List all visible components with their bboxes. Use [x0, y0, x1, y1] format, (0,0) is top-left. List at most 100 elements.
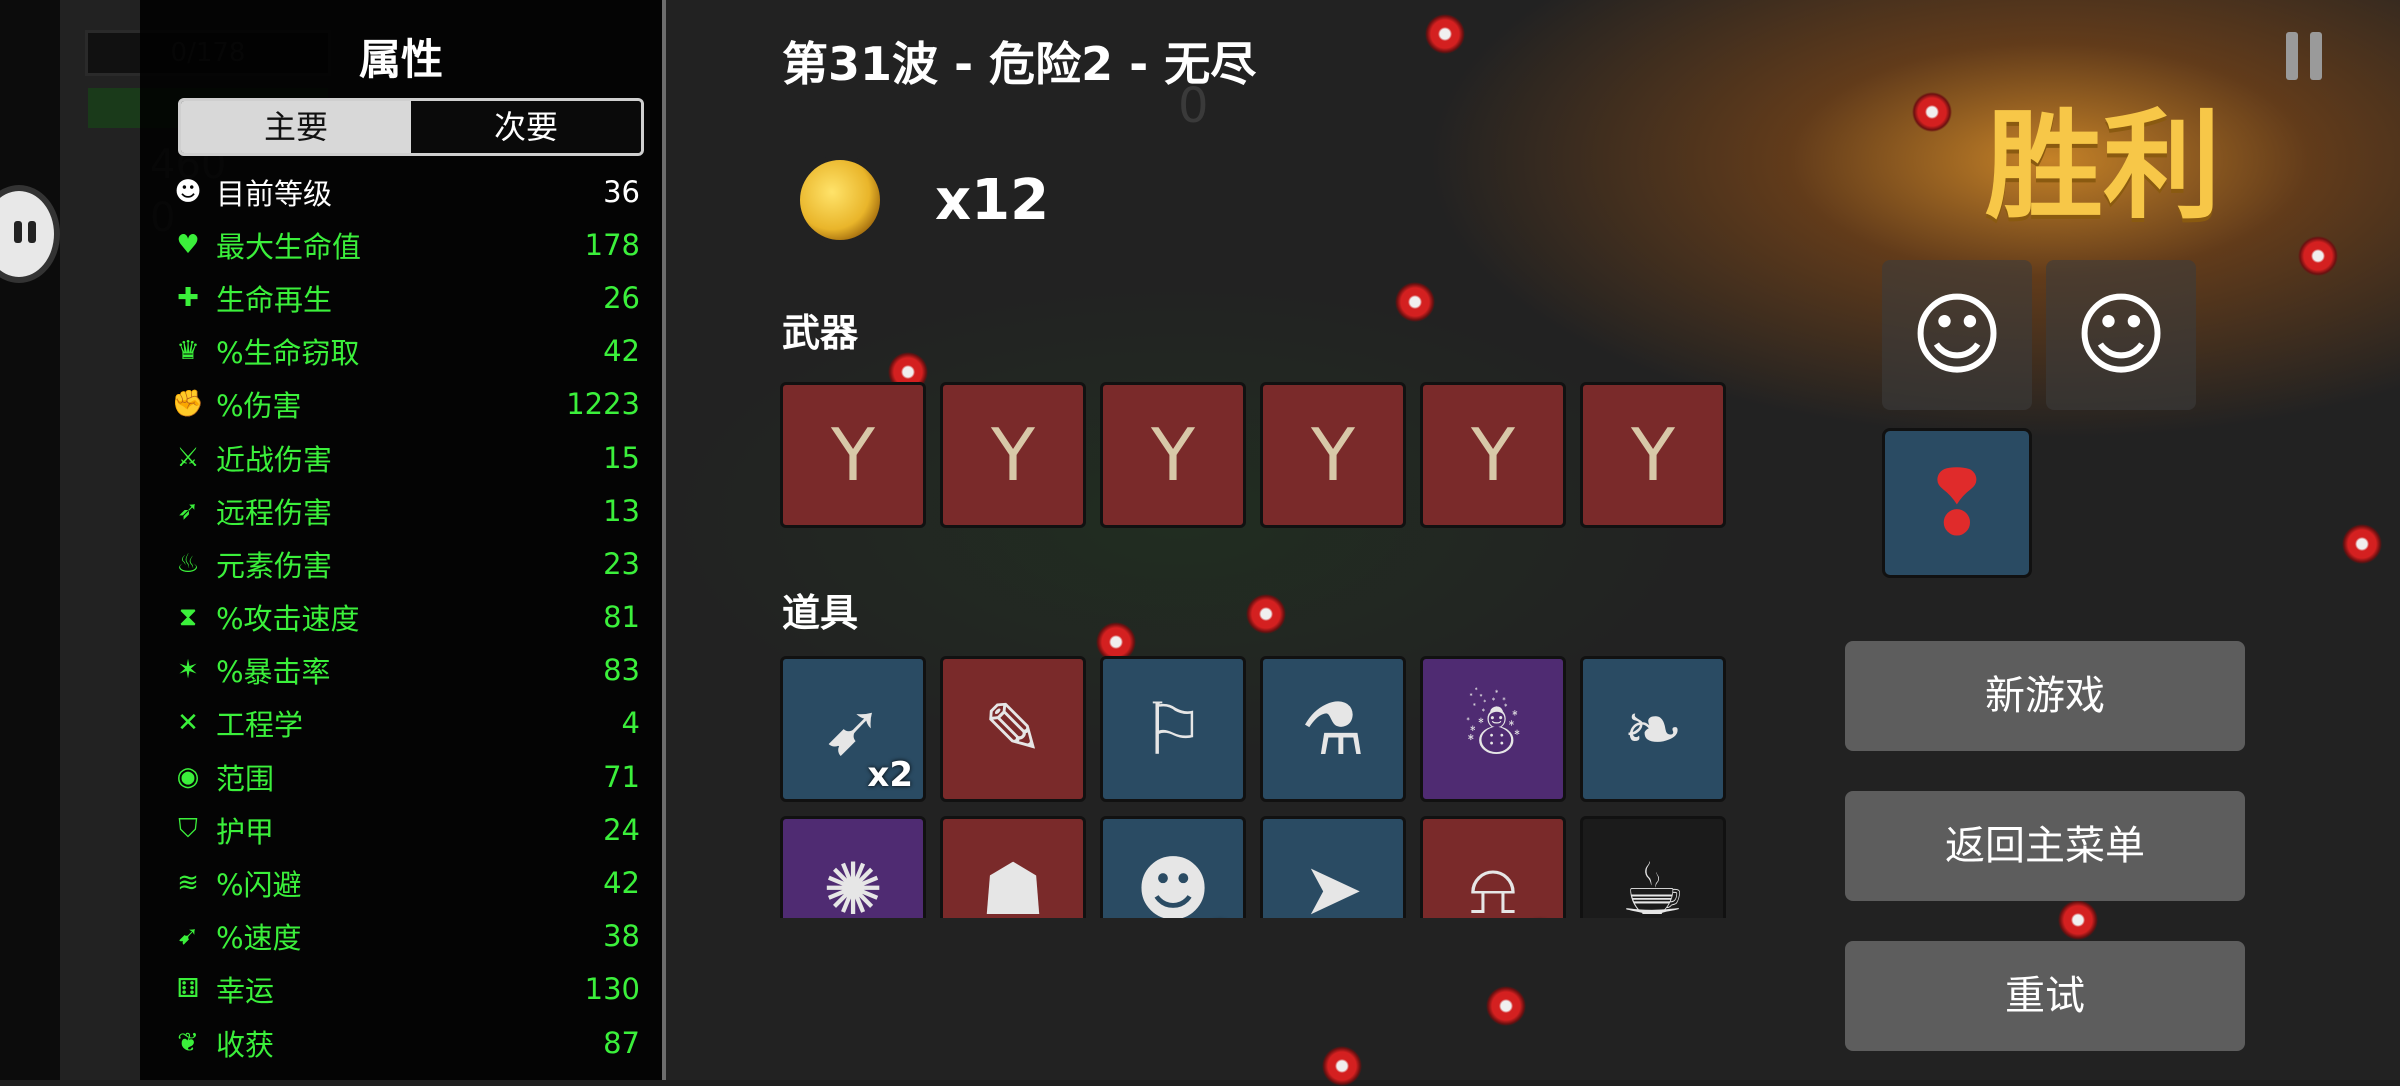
stat-label: 范围 — [216, 761, 275, 796]
stat-value: 42 — [603, 334, 640, 369]
enemy-projectile — [1395, 282, 1435, 322]
stat-label: 工程学 — [216, 708, 304, 743]
pause-icon[interactable] — [2286, 32, 2324, 80]
stat-row[interactable]: ♥ 最大生命值 178 — [170, 218, 640, 271]
stat-value: 26 — [603, 280, 640, 315]
stat-row[interactable]: ⧗ %攻击速度 81 — [170, 591, 640, 644]
ranged-icon: ➶ — [177, 495, 199, 526]
stat-value: 13 — [603, 493, 640, 528]
pet-portrait[interactable]: ❢ — [1882, 428, 2032, 578]
stat-label: %伤害 — [216, 389, 302, 424]
enemy-projectile — [2058, 900, 2098, 940]
new-game-button[interactable]: 新游戏 — [1845, 641, 2245, 751]
stat-row[interactable]: ♛ %生命窃取 42 — [170, 325, 640, 378]
melee-sword-icon: ⚔ — [176, 442, 200, 473]
slingshot-icon: Y — [991, 413, 1035, 497]
item-slot[interactable]: ⍾x2 — [1420, 816, 1566, 918]
stat-value: 87 — [603, 1025, 640, 1060]
stat-row[interactable]: ✶ %暴击率 83 — [170, 644, 640, 697]
stat-row[interactable]: ⛉ 护甲 24 — [170, 803, 640, 856]
elemental-flame-icon: ♨ — [176, 548, 200, 579]
weapon-slot[interactable]: Y — [1260, 382, 1406, 528]
weapon-slot[interactable]: Y — [1100, 382, 1246, 528]
armor-shield-icon: ⛉ — [178, 814, 198, 845]
stat-value: 178 — [584, 227, 640, 262]
red-tentacle-icon: ❧ — [1622, 687, 1684, 771]
weapon-slot[interactable]: Y — [940, 382, 1086, 528]
beard-mask-icon: ☃ — [1460, 687, 1526, 771]
danger-pet-icon: ❢ — [1919, 450, 1995, 556]
stomach-icon: ☗ — [980, 847, 1046, 918]
stat-value: 24 — [603, 812, 640, 847]
item-slot[interactable]: ☃ — [1420, 656, 1566, 802]
enemy-projectile — [1486, 986, 1526, 1026]
stat-row[interactable]: ⚔ 近战伤害 15 — [170, 431, 640, 484]
stat-row[interactable]: ➹ %速度 38 — [170, 910, 640, 963]
stats-panel-title: 属性 — [358, 35, 443, 84]
character-portrait[interactable]: ☺ — [1882, 260, 2032, 410]
harvest-icon: ❦ — [177, 1027, 199, 1058]
enemy-projectile — [1912, 92, 1952, 132]
victory-title: 胜利 — [1985, 97, 2222, 235]
item-slot[interactable]: ➤ — [1260, 816, 1406, 918]
item-slot[interactable]: ☕ — [1580, 816, 1726, 918]
wave-title: 第31波 - 危险2 - 无尽 — [782, 37, 1257, 91]
damage-icon: ✊ — [171, 389, 205, 420]
weapon-grid: YYYYYY — [780, 382, 1726, 528]
alien-robot-icon: ⍾ — [1469, 846, 1517, 918]
regen-icon: ✚ — [177, 282, 199, 313]
item-slot[interactable]: ❧ — [1580, 656, 1726, 802]
stat-label: %速度 — [216, 921, 302, 956]
stat-value: 81 — [603, 600, 640, 635]
level-icon: ☻ — [174, 176, 202, 207]
retry-button[interactable]: 重试 — [1845, 941, 2245, 1051]
stat-row[interactable]: ✕ 工程学 4 — [170, 697, 640, 750]
stat-row[interactable]: ≋ %闪避 42 — [170, 856, 640, 909]
stat-label: 元素伤害 — [216, 548, 333, 583]
stat-row[interactable]: ✊ %伤害 1223 — [170, 378, 640, 431]
item-slot[interactable]: ➹ x2 — [780, 656, 926, 802]
coin-icon — [795, 155, 885, 245]
bald-egg-character-icon: ☺ — [1910, 282, 2004, 388]
enemy-projectile — [2298, 236, 2338, 276]
enemy-projectile — [1322, 1046, 1362, 1086]
stat-value: 1223 — [566, 387, 640, 422]
item-slot[interactable]: ⚐ — [1100, 656, 1246, 802]
weapon-slot[interactable]: Y — [780, 382, 926, 528]
stat-row[interactable]: ❦ 收获 87 — [170, 1016, 640, 1069]
stat-label: 护甲 — [216, 814, 275, 849]
stat-row[interactable]: ➶ 远程伤害 13 — [170, 484, 640, 537]
stat-value: 36 — [603, 174, 640, 209]
white-flag-icon: ⚐ — [1140, 687, 1206, 771]
stat-row[interactable]: ⚅ 幸运 130 — [170, 963, 640, 1016]
stat-label: %暴击率 — [216, 655, 331, 690]
enemy-projectile — [1425, 14, 1465, 54]
stat-label: 收获 — [216, 1027, 275, 1062]
stat-value: 38 — [603, 919, 640, 954]
item-slot[interactable]: ⚗ — [1260, 656, 1406, 802]
stat-label: 远程伤害 — [216, 495, 333, 530]
item-slot[interactable]: ✺ — [780, 816, 926, 918]
weapon-slot[interactable]: Y — [1420, 382, 1566, 528]
tab-secondary[interactable]: 次要 — [411, 101, 641, 153]
main-menu-button[interactable]: 返回主菜单 — [1845, 791, 2245, 901]
stat-label: %生命窃取 — [216, 336, 360, 371]
weapon-slot[interactable]: Y — [1580, 382, 1726, 528]
item-slot[interactable]: ✎ — [940, 656, 1086, 802]
stat-row[interactable]: ✚ 生命再生 26 — [170, 271, 640, 324]
stat-value: 4 — [621, 706, 640, 741]
item-slot[interactable]: ☻x2 — [1100, 816, 1246, 918]
crit-icon: ✶ — [177, 655, 199, 686]
potion-flask-icon: ⚗ — [1300, 687, 1366, 771]
coin-count: x12 — [935, 168, 1050, 233]
items-scroll-area[interactable]: ➹x2✎⚐⚗☃❧✺☗☻x2➤⍾x2☕ — [780, 656, 1760, 918]
tab-primary[interactable]: 主要 — [181, 101, 411, 153]
stat-row[interactable]: ◉ 范围 71 — [170, 750, 640, 803]
stat-row[interactable]: ♨ 元素伤害 23 — [170, 537, 640, 590]
item-count: x2 — [867, 755, 913, 795]
slingshot-icon: Y — [831, 413, 875, 497]
item-slot[interactable]: ☗ — [940, 816, 1086, 918]
stat-row[interactable]: ☻ 目前等级 36 — [170, 165, 640, 218]
character-portrait[interactable]: ☺ — [2046, 260, 2196, 410]
stat-label: 幸运 — [216, 974, 275, 1009]
